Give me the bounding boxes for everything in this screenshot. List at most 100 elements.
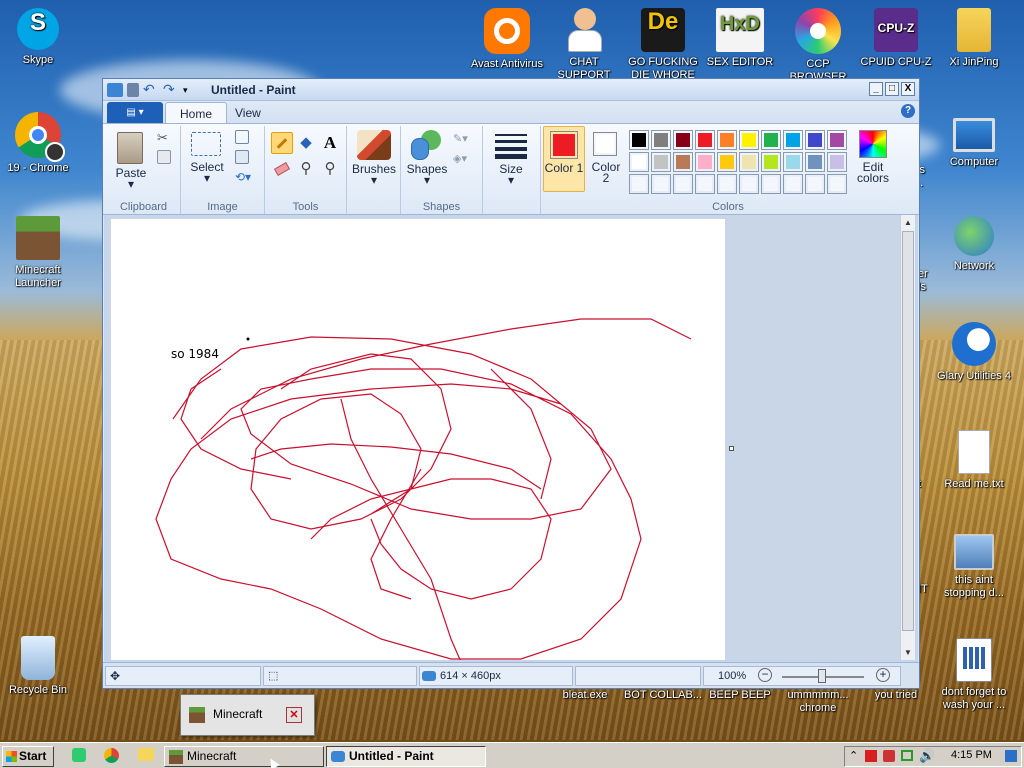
- taskbar-thumbnail-popup[interactable]: Minecraft ✕: [180, 694, 315, 736]
- pencil-icon[interactable]: [271, 132, 293, 154]
- outline-icon[interactable]: ✎▾: [453, 132, 475, 146]
- volume-icon[interactable]: 🔊: [919, 748, 935, 764]
- size-button[interactable]: Size ▾: [487, 163, 535, 186]
- zoom-out-button[interactable]: −: [758, 668, 772, 682]
- close-icon[interactable]: ✕: [286, 707, 302, 723]
- palette-swatch[interactable]: [651, 152, 671, 172]
- security-icon[interactable]: [883, 750, 895, 762]
- desktop-icon-glary[interactable]: Glary Utilities 4: [934, 322, 1014, 383]
- palette-swatch[interactable]: [673, 130, 693, 150]
- rotate-icon[interactable]: ⟲▾: [235, 170, 255, 184]
- palette-swatch[interactable]: [761, 174, 781, 194]
- paint-menu-button[interactable]: ▤ ▾: [107, 102, 163, 123]
- taskbar-button-minecraft[interactable]: Minecraft: [164, 746, 324, 767]
- palette-swatch[interactable]: [739, 174, 759, 194]
- palette-swatch[interactable]: [651, 174, 671, 194]
- color1-selector[interactable]: Color 1: [543, 126, 585, 192]
- crop-icon[interactable]: [235, 130, 249, 144]
- palette-swatch[interactable]: [805, 174, 825, 194]
- desktop-icon-avast[interactable]: Avast Antivirus: [467, 8, 547, 71]
- canvas-area[interactable]: so 1984: [107, 215, 901, 660]
- flag-icon[interactable]: [865, 750, 877, 762]
- show-hidden-icons-icon[interactable]: ⌃: [849, 749, 858, 762]
- palette-swatch[interactable]: [717, 174, 737, 194]
- color-picker-icon[interactable]: ⚲: [295, 158, 317, 180]
- eraser-icon[interactable]: [271, 158, 293, 180]
- desktop-icon-readme[interactable]: Read me.txt: [934, 430, 1014, 491]
- palette-swatch[interactable]: [695, 130, 715, 150]
- desktop-icon-skype[interactable]: S Skype: [0, 8, 78, 67]
- desktop-icon-cpuz[interactable]: CPU-Z CPUID CPU-Z: [856, 8, 936, 69]
- desktop-icon-go-die[interactable]: De GO FUCKING DIE WHORE: [623, 8, 703, 82]
- palette-swatch[interactable]: [695, 152, 715, 172]
- vertical-scrollbar[interactable]: ▲ ▼: [900, 215, 915, 660]
- palette-swatch[interactable]: [805, 152, 825, 172]
- desktop-icon-sex-editor[interactable]: HxD SEX EDITOR: [700, 8, 780, 69]
- palette-swatch[interactable]: [783, 174, 803, 194]
- palette-swatch[interactable]: [717, 130, 737, 150]
- desktop-icon-this-aint-stopping[interactable]: this aint stopping d...: [934, 534, 1014, 600]
- palette-swatch[interactable]: [651, 130, 671, 150]
- palette-swatch[interactable]: [717, 152, 737, 172]
- undo-icon[interactable]: ↶: [143, 82, 159, 97]
- palette-swatch[interactable]: [805, 130, 825, 150]
- quicklaunch-chrome-icon[interactable]: [104, 748, 119, 763]
- scroll-thumb[interactable]: [902, 231, 914, 631]
- palette-swatch[interactable]: [673, 174, 693, 194]
- quicklaunch-app-icon[interactable]: [72, 748, 86, 762]
- desktop-icon-computer[interactable]: Computer: [934, 118, 1014, 169]
- desktop-icon-recycle-bin[interactable]: Recycle Bin: [0, 636, 78, 697]
- edit-colors-button[interactable]: Edit colors: [851, 126, 895, 192]
- color2-selector[interactable]: Color 2: [587, 126, 625, 192]
- paste-button[interactable]: Paste ▾: [113, 167, 149, 190]
- show-desktop-icon[interactable]: [1005, 750, 1017, 762]
- palette-swatch[interactable]: [761, 152, 781, 172]
- shapes-button[interactable]: Shapes ▾: [403, 163, 451, 186]
- desktop-icon-bot-collab[interactable]: BOT COLLAB...: [623, 689, 703, 702]
- palette-swatch[interactable]: [761, 130, 781, 150]
- desktop-icon-you-tried[interactable]: you tried: [856, 689, 936, 702]
- quicklaunch-folder-icon[interactable]: [138, 748, 154, 761]
- desktop-icon-chat-support[interactable]: CHAT SUPPORT: [544, 8, 624, 82]
- save-icon[interactable]: [127, 82, 139, 97]
- palette-swatch[interactable]: [695, 174, 715, 194]
- palette-swatch[interactable]: [629, 174, 649, 194]
- fill-icon[interactable]: ◈▾: [453, 152, 475, 166]
- help-icon[interactable]: ?: [901, 104, 915, 118]
- desktop-icon-network[interactable]: Network: [934, 216, 1014, 273]
- start-button[interactable]: Start: [2, 746, 54, 767]
- taskbar-button-paint[interactable]: Untitled - Paint: [326, 746, 486, 767]
- text-tool-icon[interactable]: A: [319, 132, 341, 154]
- drawing-canvas[interactable]: so 1984: [111, 219, 725, 660]
- title-bar[interactable]: ↶ ↷ ▾ Untitled - Paint _ □ X: [103, 79, 919, 101]
- cut-icon[interactable]: ✂: [157, 130, 171, 145]
- palette-swatch[interactable]: [827, 130, 847, 150]
- copy-icon[interactable]: [157, 150, 171, 164]
- tab-view[interactable]: View: [221, 102, 275, 124]
- paint-app-icon[interactable]: [107, 82, 123, 97]
- redo-icon[interactable]: ↷: [163, 82, 179, 97]
- desktop-icon-minecraft[interactable]: Minecraft Launcher: [0, 216, 78, 290]
- zoom-slider-thumb[interactable]: [818, 669, 826, 683]
- clock[interactable]: 4:15 PM: [951, 749, 992, 761]
- desktop-icon-dont-forget[interactable]: dont forget to wash your ...: [934, 638, 1014, 712]
- paint-window[interactable]: ↶ ↷ ▾ Untitled - Paint _ □ X ▤ ▾ Home Vi…: [102, 78, 920, 689]
- scroll-down-arrow[interactable]: ▼: [901, 645, 915, 660]
- palette-swatch[interactable]: [673, 152, 693, 172]
- desktop-icon-beep-beep[interactable]: BEEP BEEP: [700, 689, 780, 702]
- resize-icon[interactable]: [235, 150, 249, 164]
- tab-home[interactable]: Home: [165, 102, 228, 124]
- palette-swatch[interactable]: [739, 152, 759, 172]
- canvas-resize-handle[interactable]: [729, 446, 734, 451]
- palette-swatch[interactable]: [827, 174, 847, 194]
- close-button[interactable]: X: [901, 82, 915, 96]
- fill-bucket-icon[interactable]: ◆: [295, 132, 317, 154]
- maximize-button[interactable]: □: [885, 82, 899, 96]
- palette-swatch[interactable]: [783, 152, 803, 172]
- zoom-in-button[interactable]: +: [876, 668, 890, 682]
- magnifier-icon[interactable]: ⚲: [319, 158, 341, 180]
- scroll-up-arrow[interactable]: ▲: [901, 215, 915, 230]
- palette-swatch[interactable]: [783, 130, 803, 150]
- desktop-icon-ccp-browser[interactable]: CCP BROWSER: [778, 8, 858, 84]
- palette-swatch[interactable]: [629, 152, 649, 172]
